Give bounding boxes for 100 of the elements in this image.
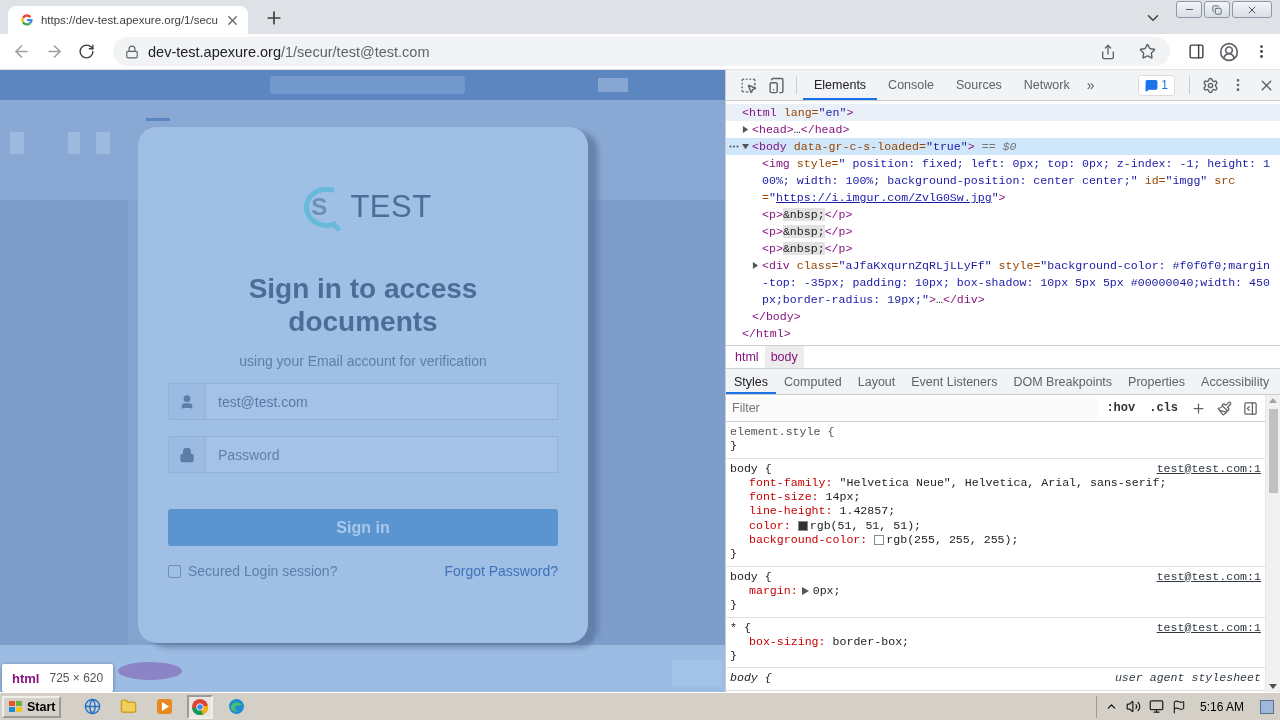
expand-arrow-icon[interactable]: [752, 262, 759, 269]
scroll-down-icon[interactable]: [1269, 684, 1277, 689]
subtitle: using your Email account for verification: [239, 353, 487, 369]
tooltip-tag: html: [12, 670, 40, 686]
profile-icon[interactable]: [1219, 41, 1239, 62]
css-property: font-family:: [749, 475, 833, 491]
message-icon: [1145, 78, 1159, 92]
css-value: 1.42857;: [839, 504, 896, 519]
network-icon[interactable]: [1148, 699, 1164, 714]
windows-flag-icon: [8, 699, 24, 714]
pane-tab[interactable]: Layout: [849, 369, 904, 394]
css-value: border-box;: [832, 634, 910, 650]
pane-tab[interactable]: Styles: [726, 369, 777, 394]
dom-markup: <p>&nbsp;</p>: [762, 207, 853, 223]
url-text: dev-test.apexure.org/1/secur/test@test.com: [148, 43, 431, 60]
more-tabs-button[interactable]: »: [1080, 77, 1101, 93]
source-link[interactable]: test@test.com:1: [1156, 569, 1261, 584]
css-selector: * {: [730, 620, 751, 635]
forward-icon[interactable]: [45, 42, 64, 61]
globe-icon[interactable]: [84, 698, 101, 715]
pane-tab[interactable]: Computed: [776, 369, 850, 394]
tooltip-size: 725 × 620: [49, 671, 104, 685]
collapse-arrow-icon[interactable]: [742, 143, 749, 150]
css-property: color:: [749, 518, 791, 534]
favicon-icon: [20, 12, 34, 28]
dom-markup: <p>&nbsp;</p>: [762, 241, 853, 257]
closing-brace: }: [730, 649, 737, 663]
color-swatch[interactable]: [874, 535, 885, 546]
pane-tab[interactable]: DOM Breakpoints: [1005, 369, 1121, 394]
dom-node[interactable]: <p>&nbsp;</p>: [726, 240, 1280, 257]
filter-toggle-button[interactable]: .cls: [1144, 401, 1183, 415]
restore-button[interactable]: [1204, 1, 1230, 18]
source-link[interactable]: user agent stylesheet: [1114, 671, 1261, 686]
dom-closing-tag: </html>: [742, 325, 791, 342]
css-value: "Helvetica Neue", Helvetica, Arial, sans-serif;: [839, 475, 1167, 491]
star-icon[interactable]: [1139, 43, 1156, 60]
dom-markup: <head>…</head>: [752, 122, 850, 138]
lock-icon: [179, 446, 195, 463]
css-property: line-height:: [749, 504, 833, 519]
css-property: margin:: [749, 583, 798, 599]
back-icon[interactable]: [12, 42, 31, 61]
close-button[interactable]: [1232, 1, 1272, 18]
clock: 5:16 AM: [1199, 699, 1244, 714]
media-player-icon[interactable]: [156, 698, 173, 715]
dom-node[interactable]: <p>&nbsp;</p>: [726, 223, 1280, 240]
restore-icon: [1212, 4, 1222, 15]
browser-tab[interactable]: https://dev-test.apexure.org/1/secu: [8, 6, 248, 34]
dom-node[interactable]: <head>…</head>: [726, 121, 1280, 138]
color-swatch[interactable]: [797, 520, 808, 531]
css-selector: body {: [730, 461, 772, 476]
scroll-thumb[interactable]: [1268, 409, 1278, 493]
filter-field[interactable]: Filter: [728, 397, 1098, 419]
devtools-tab[interactable]: Network: [1012, 70, 1081, 100]
pane-tab[interactable]: Accessibility: [1193, 369, 1278, 394]
css-selector: element.style {: [730, 425, 835, 440]
share-icon[interactable]: [1100, 43, 1116, 60]
dom-node[interactable]: <p>&nbsp;</p>: [726, 206, 1280, 223]
checkbox[interactable]: [168, 564, 181, 578]
address-bar[interactable]: dev-test.apexure.org/1/secur/test@test.com: [113, 37, 1170, 66]
volume-icon[interactable]: [1125, 699, 1141, 714]
dom-markup: <html lang="en">: [742, 105, 854, 121]
css-property: font-size:: [749, 490, 819, 505]
minimize-button[interactable]: [1176, 1, 1202, 18]
css-selector: body {: [730, 569, 772, 584]
css-value: 0px;: [812, 583, 841, 599]
dom-node[interactable]: <html lang="en">: [726, 104, 1280, 121]
source-link[interactable]: test@test.com:1: [1156, 620, 1261, 635]
expand-arrow-icon[interactable]: [742, 126, 749, 133]
devtools-tab[interactable]: Sources: [945, 70, 1013, 100]
css-value: 14px;: [825, 490, 861, 505]
reload-icon[interactable]: [78, 43, 95, 60]
devtools-tab[interactable]: Console: [877, 70, 945, 100]
side-panel-icon[interactable]: [1188, 43, 1205, 60]
breadcrumb[interactable]: html: [729, 346, 765, 368]
dom-closing-tag: </body>: [752, 308, 801, 325]
scrollbar[interactable]: [1265, 395, 1280, 692]
show-desktop-button[interactable]: [1260, 699, 1274, 714]
issues-button[interactable]: 1: [1138, 74, 1175, 96]
flag-icon[interactable]: [1171, 699, 1186, 714]
css-property: box-sizing:: [749, 634, 826, 650]
breadcrumb[interactable]: body: [764, 346, 804, 368]
pane-tab[interactable]: Properties: [1120, 369, 1194, 394]
dom-node[interactable]: <body data-gr-c-s-loaded="true"> == $0: [726, 138, 1280, 155]
start-button[interactable]: Start: [2, 695, 62, 718]
source-link[interactable]: test@test.com:1: [1156, 461, 1261, 476]
devtools-tab[interactable]: Elements: [803, 70, 878, 100]
css-selector: body {: [730, 671, 772, 686]
filter-toggle-button[interactable]: :hov: [1101, 401, 1141, 415]
closing-brace: }: [730, 439, 737, 453]
css-value: rgb(255, 255, 255);: [886, 533, 1019, 548]
resource-link[interactable]: https://i.imgur.com/ZvlG0Sw.jpg: [775, 191, 992, 204]
pane-tab[interactable]: Event Listeners: [903, 369, 1006, 394]
user-icon: [179, 393, 195, 410]
dom-markup: <body data-gr-c-s-loaded="true">: [752, 139, 975, 155]
heading: Sign in to access documents: [247, 272, 479, 338]
expand-arrow-icon[interactable]: [801, 587, 809, 596]
more-dots-icon[interactable]: [729, 145, 739, 148]
dom-markup: <p>&nbsp;</p>: [762, 224, 853, 240]
selected-node-marker: == $0: [981, 139, 1017, 155]
css-property: background-color:: [749, 533, 868, 548]
